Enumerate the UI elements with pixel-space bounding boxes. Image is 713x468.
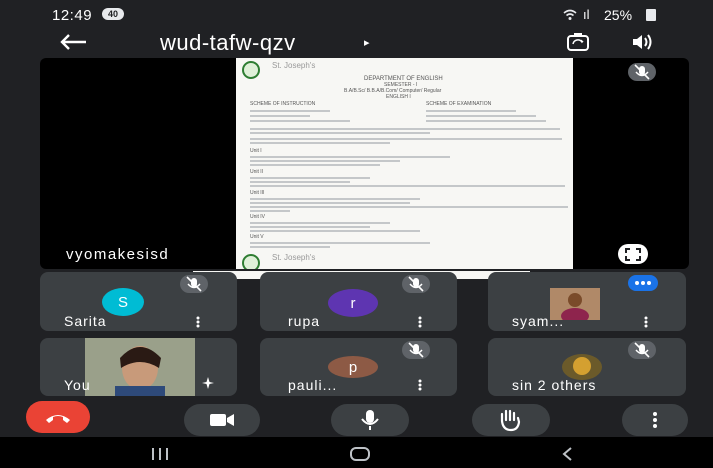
more-options-button[interactable] (622, 404, 688, 436)
participant-name: rupa (288, 313, 321, 329)
participant-tile-you[interactable]: You (40, 338, 237, 396)
nav-back-icon[interactable] (560, 446, 576, 462)
sparkle-icon[interactable] (200, 376, 216, 390)
signal-icon: ıl (583, 7, 590, 22)
android-nav-bar (0, 437, 713, 468)
more-vert-icon[interactable] (418, 315, 422, 328)
doc-course-title: ENGLISH I (386, 94, 411, 100)
doc-college-name: St. Joseph's (272, 61, 316, 70)
participant-name: sin 2 others (512, 377, 597, 393)
self-video (85, 338, 195, 396)
battery-percent: 25% (604, 7, 633, 23)
doc-college-name-2: St. Joseph's (272, 253, 316, 262)
meeting-code[interactable]: wud-tafw-qzv (160, 30, 296, 56)
participant-tile-rupa[interactable]: r rupa (260, 272, 457, 331)
camera-flip-icon[interactable] (566, 32, 590, 52)
doc-unit-4: Unit IV (250, 214, 266, 220)
presentation-tile[interactable]: St. Joseph's DEPARTMENT OF ENGLISH SEMES… (40, 58, 689, 269)
participant-tile-sarita[interactable]: S Sarita (40, 272, 237, 331)
participant-name: Sarita (64, 313, 107, 329)
status-bar: 12:49 40 ıl 25% (0, 0, 713, 28)
participant-name: You (64, 377, 91, 393)
college-logo (242, 61, 260, 79)
mic-off-icon (628, 341, 656, 359)
participant-tile-pauli[interactable]: p pauli... (260, 338, 457, 396)
meeting-info-caret[interactable]: ▸ (364, 36, 370, 49)
arrow-left-icon[interactable] (58, 32, 88, 52)
avatar: S (102, 288, 144, 316)
participant-name: pauli... (288, 377, 338, 393)
participant-tile-others[interactable]: sin 2 others (488, 338, 686, 396)
wifi-icon (563, 8, 577, 20)
doc-unit-3: Unit III (250, 190, 265, 196)
more-vert-icon[interactable] (418, 378, 422, 391)
notification-badge: 40 (102, 8, 124, 20)
doc-unit-5: Unit V (250, 234, 264, 240)
presenter-name: vyomakesisd (66, 246, 170, 263)
doc-unit-2: Unit II (250, 169, 264, 175)
end-call-button[interactable] (26, 401, 90, 433)
recents-icon[interactable] (150, 447, 170, 461)
home-icon[interactable] (349, 446, 371, 462)
clock: 12:49 (52, 7, 93, 24)
mic-off-icon (402, 341, 430, 359)
participant-name: syam... (512, 313, 565, 329)
doc-scheme-exam: SCHEME OF EXAMINATION (426, 101, 492, 107)
college-logo-2 (242, 254, 260, 269)
doc-scheme-instruction: SCHEME OF INSTRUCTION (250, 101, 316, 107)
doc-unit-1: Unit I (250, 148, 262, 154)
mic-toggle-button[interactable] (331, 404, 409, 436)
mic-off-icon (180, 275, 208, 293)
camera-toggle-button[interactable] (184, 404, 260, 436)
shared-document: St. Joseph's DEPARTMENT OF ENGLISH SEMES… (236, 58, 573, 269)
raise-hand-button[interactable] (472, 404, 550, 436)
more-vert-icon[interactable] (644, 315, 648, 328)
participant-tile-syam[interactable]: syam... (488, 272, 686, 331)
avatar: p (328, 356, 378, 378)
speaker-icon[interactable] (631, 32, 655, 52)
avatar: r (328, 289, 378, 317)
mic-off-icon (628, 63, 656, 81)
fullscreen-icon[interactable] (618, 244, 648, 264)
battery-icon (646, 9, 656, 21)
mic-off-icon (402, 275, 430, 293)
talking-dots-icon (628, 275, 658, 291)
more-vert-icon[interactable] (196, 315, 200, 328)
